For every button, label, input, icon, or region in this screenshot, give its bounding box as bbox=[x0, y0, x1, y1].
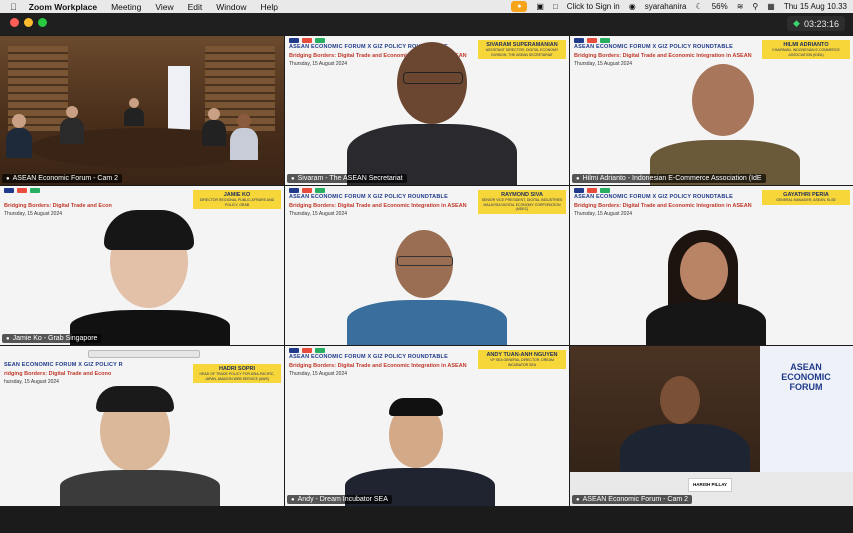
menu-meeting[interactable]: Meeting bbox=[111, 2, 141, 12]
microphone-icon: ● bbox=[6, 335, 10, 342]
hair bbox=[96, 386, 174, 412]
user-name[interactable]: syarahanira bbox=[645, 2, 687, 11]
participant-label: ● Sivaram - The ASEAN Secretariat bbox=[287, 174, 407, 183]
microphone-icon: ● bbox=[291, 175, 295, 182]
apple-icon[interactable]:  bbox=[10, 2, 17, 12]
zoom-status-icon[interactable]: ▣ bbox=[536, 2, 544, 11]
video-tile[interactable]: SEAN ECONOMIC FORUM X GIZ POLICY R ridgi… bbox=[0, 346, 284, 506]
video-tile[interactable]: ● ASEAN Economic Forum - Cam 2 bbox=[0, 36, 284, 185]
clock[interactable]: Thu 15 Aug 10.33 bbox=[784, 2, 847, 11]
minimize-window-button[interactable] bbox=[24, 18, 33, 27]
video-tile[interactable]: Bridging Borders: Digital Trade and Econ… bbox=[0, 186, 284, 345]
speaker-name-card: HADRI SOPRI HEAD OF TRADE POLICY FOR ASI… bbox=[193, 364, 281, 383]
speaker-name-card: GAYATHRI PERIA GENERAL MANAGER, ASEAN, E… bbox=[762, 190, 850, 205]
app-menu[interactable]: Zoom Workplace bbox=[29, 2, 97, 12]
menu-edit[interactable]: Edit bbox=[188, 2, 203, 12]
glasses bbox=[397, 256, 453, 266]
banner-standee bbox=[168, 66, 190, 131]
video-tile[interactable]: ASEAN ECONOMIC FORUM X GIZ POLICY ROUNDT… bbox=[285, 346, 569, 506]
zoom-window-button[interactable] bbox=[38, 18, 47, 27]
microphone-icon: ● bbox=[6, 175, 10, 182]
video-tile[interactable]: ASEAN ECONOMIC FORUM X GIZ POLICY ROUNDT… bbox=[570, 186, 853, 345]
speaker-name-card: SIVARAM SUPERAMANIAN ASSISTANT DIRECTOR,… bbox=[478, 40, 566, 59]
partner-logos bbox=[289, 38, 325, 43]
control-center-icon[interactable]: ▦ bbox=[767, 2, 775, 11]
speaker-name-card: RAYMOND SIVA SENIOR VICE PRESIDENT, DIGI… bbox=[478, 190, 566, 214]
menu-help[interactable]: Help bbox=[261, 2, 278, 12]
chat-icon[interactable]: □ bbox=[553, 2, 558, 11]
close-window-button[interactable] bbox=[10, 18, 19, 27]
microphone-icon: ● bbox=[576, 496, 580, 503]
moon-icon[interactable]: ☾ bbox=[696, 2, 703, 11]
microphone-icon: ● bbox=[291, 496, 295, 503]
participant-label: ● Hilmi Adrianto - Indonesian E-Commerce… bbox=[572, 174, 766, 183]
hair bbox=[389, 398, 443, 416]
glasses bbox=[403, 72, 463, 84]
video-grid: ● ASEAN Economic Forum - Cam 2 ASEAN ECO… bbox=[0, 36, 853, 506]
participant-label: ● Andy - Dream Incubator SEA bbox=[287, 495, 392, 504]
speaker-name-card: HILMI ADRIANTO CHAIRMAN, INDONESIAN E-CO… bbox=[762, 40, 850, 59]
battery-percent[interactable]: 56% bbox=[712, 2, 728, 11]
shield-icon: ◆ bbox=[793, 18, 800, 28]
microphone-icon: ● bbox=[576, 175, 580, 182]
meeting-timer[interactable]: ◆ 03:23:16 bbox=[787, 16, 845, 31]
microphone-status-icon[interactable]: ● bbox=[511, 1, 528, 12]
video-tile[interactable]: ASEAN ECONOMIC FORUM X GIZ POLICY ROUNDT… bbox=[570, 36, 853, 185]
bottom-area bbox=[0, 506, 853, 533]
wifi-icon[interactable]: ≋ bbox=[737, 2, 744, 11]
video-tile[interactable]: ASEAN ECONOMIC FORUM HARISH PILLAY ● ASE… bbox=[570, 346, 853, 506]
menu-bar:  Zoom Workplace Meeting View Edit Windo… bbox=[0, 0, 853, 13]
name-plate: HARISH PILLAY bbox=[688, 478, 732, 492]
session-date: Thursday, 15 August 2024 bbox=[289, 61, 348, 67]
search-icon[interactable]: ⚲ bbox=[752, 2, 758, 11]
participant-label: ● ASEAN Economic Forum - Cam 2 bbox=[572, 495, 693, 504]
forum-logo-text: ASEAN ECONOMIC FORUM bbox=[781, 362, 831, 392]
participant-label: ● ASEAN Economic Forum - Cam 2 bbox=[2, 174, 123, 183]
sign-in-link[interactable]: Click to Sign in bbox=[567, 2, 620, 11]
window-title-bar: ◆ 03:23:16 bbox=[0, 13, 853, 35]
hair bbox=[104, 210, 194, 250]
speaker-name-card: ANDY TUAN-ANH NGUYEN VP SEA GENERAL DIRE… bbox=[478, 350, 566, 369]
timer-value: 03:23:16 bbox=[803, 18, 839, 29]
video-tile[interactable]: ASEAN ECONOMIC FORUM X GIZ POLICY ROUNDT… bbox=[285, 36, 569, 185]
menu-window[interactable]: Window bbox=[216, 2, 246, 12]
grammarly-icon[interactable]: ◉ bbox=[629, 2, 636, 11]
speaker-name-card: JAMIE KO DIRECTOR REGIONAL PUBLIC AFFAIR… bbox=[193, 190, 281, 209]
participant-label: ● Jamie Ko - Grab Singapore bbox=[2, 334, 102, 343]
video-tile[interactable]: ASEAN ECONOMIC FORUM X GIZ POLICY ROUNDT… bbox=[285, 186, 569, 345]
menu-view[interactable]: View bbox=[155, 2, 173, 12]
